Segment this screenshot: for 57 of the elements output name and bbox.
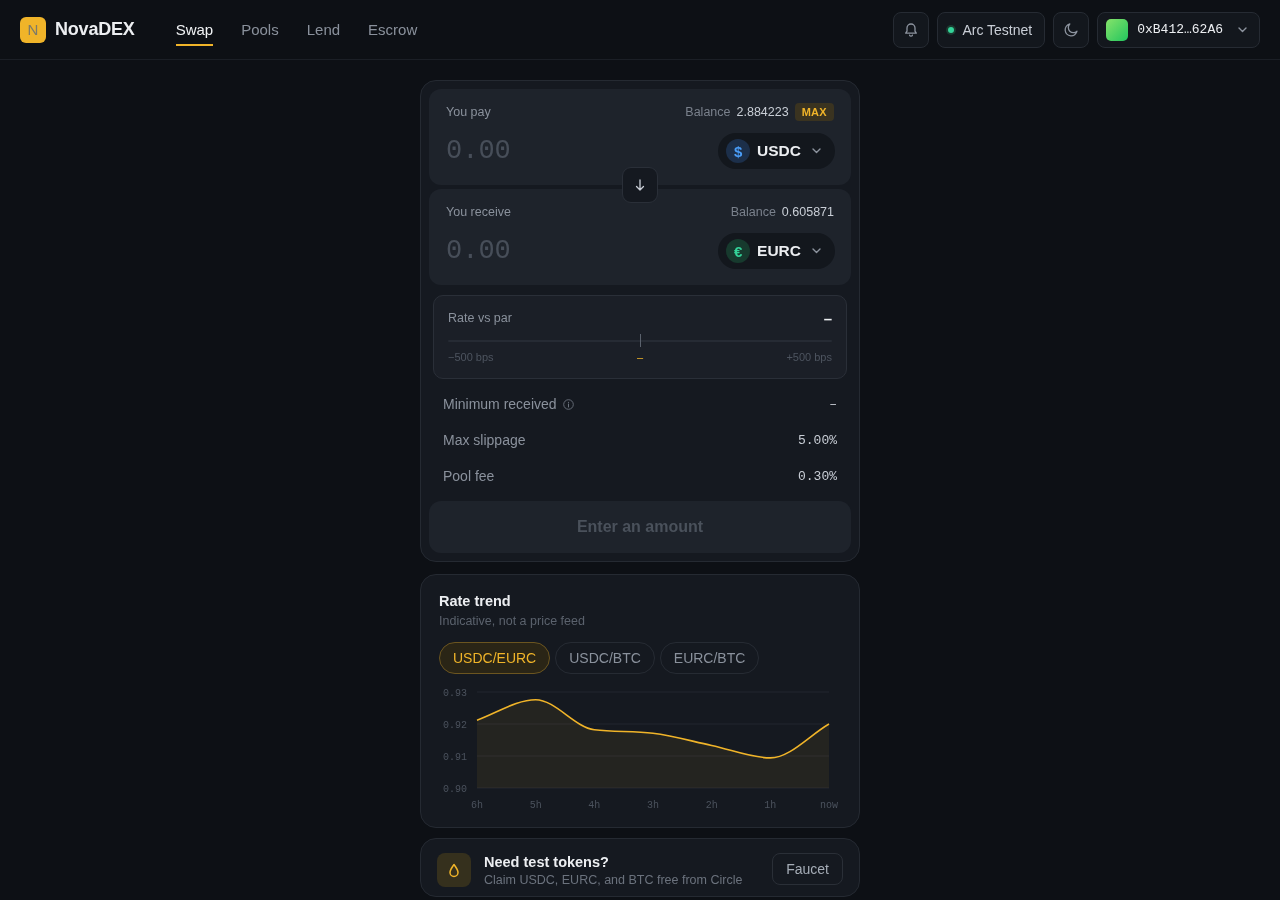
x-axis-label: 4h <box>588 800 601 811</box>
card-title: Rate trend <box>439 592 512 610</box>
moon-icon <box>1063 22 1079 37</box>
y-axis-label: 0.93 <box>443 687 467 699</box>
balance-label: Balance <box>685 105 731 119</box>
x-axis-label: 1h <box>764 800 777 811</box>
chevron-down-icon <box>1238 26 1247 33</box>
nav-tab[interactable]: Swap <box>175 18 214 46</box>
balance-value: 2.884223 <box>736 105 789 119</box>
rate-reading: – <box>636 351 644 363</box>
rate-label: Rate vs par <box>448 311 512 325</box>
logo: N <box>20 16 46 43</box>
status-dot <box>948 26 955 33</box>
scale-max-label: +500 bps <box>786 351 832 363</box>
droplet-icon <box>437 853 471 887</box>
token-select-button[interactable]: $ USDC <box>718 133 835 169</box>
swap-direction-button[interactable] <box>622 167 658 203</box>
x-axis-label: 6h <box>471 800 483 811</box>
par-marker <box>640 334 641 347</box>
x-axis-label: now <box>820 800 838 811</box>
card-subtitle: Indicative, not a price feed <box>439 613 586 630</box>
arrow-down-icon <box>635 179 645 191</box>
faucet-button[interactable]: Faucet <box>772 853 843 885</box>
chevron-down-icon <box>812 248 821 254</box>
x-axis-label: 3h <box>647 800 659 811</box>
detail-label: Minimum received <box>443 396 557 412</box>
max-button[interactable]: MAX <box>794 103 834 121</box>
nav-tab[interactable]: Lend <box>306 18 341 46</box>
detail-value: – <box>829 396 837 412</box>
detail-value: 0.30% <box>798 468 837 484</box>
pair-tab[interactable]: USDC/EURC <box>439 642 551 674</box>
panel-label: You receive <box>446 205 511 219</box>
nav-tab[interactable]: Escrow <box>368 18 418 46</box>
euro-sign-icon: € <box>726 239 751 263</box>
faucet-title: Need test tokens? <box>484 853 610 871</box>
token-select-button[interactable]: € EURC <box>718 233 835 269</box>
chevron-down-icon <box>812 148 821 154</box>
balance-label: Balance <box>730 205 776 219</box>
network-button[interactable]: Arc Testnet <box>937 11 1046 48</box>
detail-label: Max slippage <box>443 432 526 448</box>
notifications-button[interactable] <box>893 11 930 48</box>
rate-value: – <box>823 309 832 327</box>
dollar-sign-icon: $ <box>726 139 751 163</box>
balance-value: 0.605871 <box>781 205 834 219</box>
nav-tab[interactable]: Pools <box>241 18 279 46</box>
theme-toggle-button[interactable] <box>1053 11 1090 48</box>
detail-value: 5.00% <box>798 432 837 448</box>
brand-name: NovaDEX <box>55 19 135 40</box>
y-axis-label: 0.90 <box>443 783 467 795</box>
detail-label: Pool fee <box>443 468 495 484</box>
bell-icon <box>904 22 919 37</box>
avatar-icon <box>1106 18 1129 41</box>
y-axis-label: 0.91 <box>443 751 467 763</box>
y-axis-label: 0.92 <box>443 719 467 731</box>
faucet-subtitle: Claim USDC, EURC, and BTC free from Circle <box>484 872 744 888</box>
wallet-button[interactable]: 0xB412…62A6 <box>1097 11 1260 48</box>
panel-label: You pay <box>446 105 491 119</box>
